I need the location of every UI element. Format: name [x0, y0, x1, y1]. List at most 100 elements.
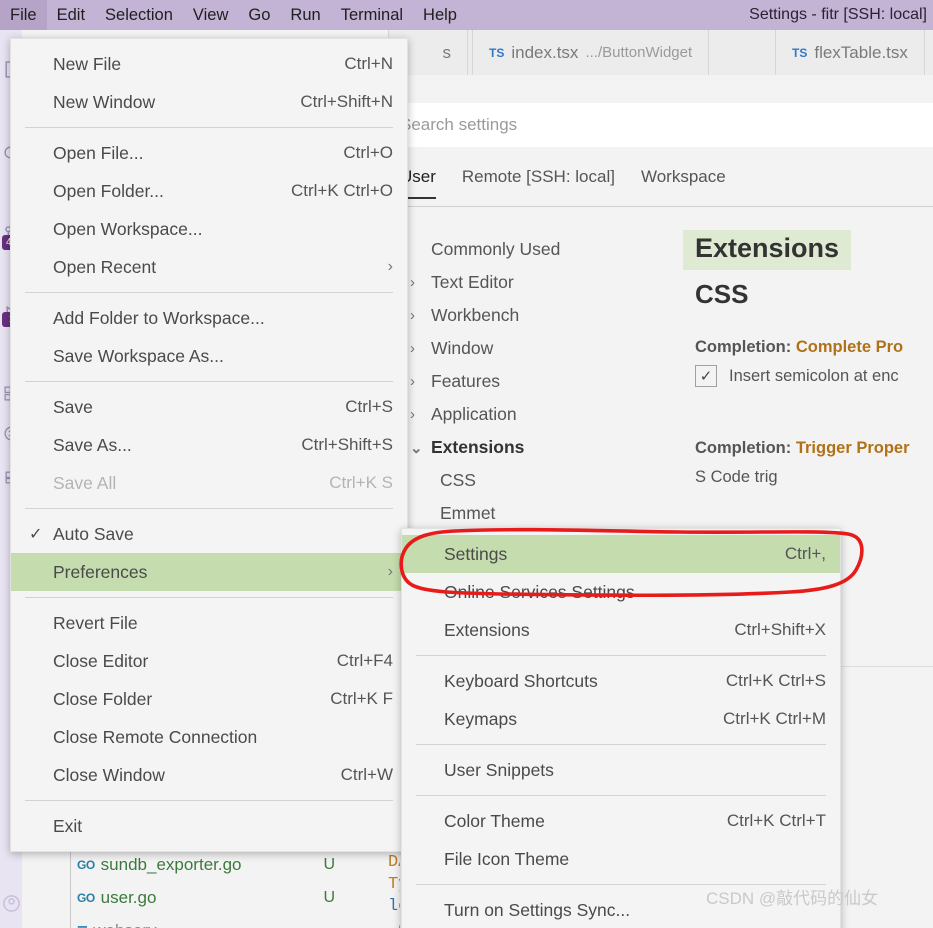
menu-item-open-folder[interactable]: Open Folder... Ctrl+K Ctrl+O [11, 172, 407, 210]
toc-label: CSS [440, 470, 476, 490]
toc-label: Features [431, 371, 501, 391]
menu-item-close-folder[interactable]: Close Folder Ctrl+K F [11, 680, 407, 718]
chevron-right-icon: › [387, 258, 393, 275]
title-bar: File Edit Selection View Go Run Terminal… [0, 0, 933, 30]
tab-remote-ssh[interactable]: Remote [SSH: local] [462, 167, 615, 197]
toc-item-extensions[interactable]: ⌄ Extensions [410, 431, 680, 464]
menu-item-label: New File [53, 53, 122, 74]
menu-separator [25, 800, 393, 801]
menu-item-accel: Ctrl+K Ctrl+O [290, 181, 393, 200]
menubar-item-terminal[interactable]: Terminal [331, 0, 413, 30]
toc-item-css[interactable]: CSS [410, 464, 680, 497]
list-item[interactable]: GO user.go U [77, 881, 397, 914]
menu-item-label: Close Remote Connection [53, 726, 258, 747]
menubar-item-file[interactable]: File [0, 0, 47, 30]
menu-item-color-theme[interactable]: Color Theme Ctrl+K Ctrl+T [402, 802, 840, 840]
chevron-down-icon: ⌄ [410, 439, 423, 457]
toc-label: Window [431, 338, 494, 358]
checkbox-checked-icon[interactable]: ✓ [695, 365, 717, 387]
menu-item-accel: Ctrl+K F [330, 689, 393, 708]
menu-item-user-snippets[interactable]: User Snippets [402, 751, 840, 789]
file-name: sundb_exporter.go [100, 854, 242, 874]
menu-item-open-workspace[interactable]: Open Workspace... [11, 210, 407, 248]
tab-index-tsx[interactable]: TS index.tsx .../ButtonWidget [472, 30, 710, 75]
git-status-badge: U [323, 855, 335, 873]
menu-item-revert-file[interactable]: Revert File [11, 604, 407, 642]
menu-item-preferences[interactable]: Preferences › [11, 553, 407, 591]
setting-prefix: Completion: [695, 338, 796, 356]
menu-item-save[interactable]: Save Ctrl+S [11, 388, 407, 426]
list-item[interactable]: ☰ webserv [77, 914, 397, 928]
menu-item-keyboard-shortcuts[interactable]: Keyboard Shortcuts Ctrl+K Ctrl+S [402, 662, 840, 700]
menu-separator [416, 744, 826, 745]
menubar-item-go[interactable]: Go [238, 0, 280, 30]
menu-item-keymaps[interactable]: Keymaps Ctrl+K Ctrl+M [402, 700, 840, 738]
menu-item-label: Turn on Settings Sync... [444, 899, 631, 920]
setting-prefix: Completion: [695, 439, 796, 457]
search-settings-input[interactable]: Search settings [400, 103, 933, 147]
menu-item-settings[interactable]: Settings Ctrl+, [402, 535, 840, 573]
menu-separator [25, 508, 393, 509]
menu-item-extensions[interactable]: Extensions Ctrl+Shift+X [402, 611, 840, 649]
menu-item-label: Revert File [53, 612, 138, 633]
menu-item-label: Open Folder... [53, 180, 164, 201]
menu-item-open-recent[interactable]: Open Recent › [11, 248, 407, 286]
csdn-watermark: CSDN @敲代码的仙女 [706, 889, 879, 908]
account-icon[interactable] [1, 892, 21, 914]
tab-workspace[interactable]: Workspace [641, 167, 726, 197]
toc-item-window[interactable]: › Window [410, 332, 680, 365]
chevron-right-icon: › [410, 406, 415, 423]
menu-item-label: Open Workspace... [53, 218, 203, 239]
toc-item-text-editor[interactable]: › Text Editor [410, 266, 680, 299]
tab-flextable-tsx[interactable]: TS flexTable.tsx [775, 30, 925, 75]
setting-title-trigger-property: Completion: Trigger Proper [683, 387, 933, 458]
menu-item-close-remote-connection[interactable]: Close Remote Connection [11, 718, 407, 756]
setting-checkbox-label: Insert semicolon at enc [729, 366, 899, 385]
toc-item-emmet[interactable]: Emmet [410, 497, 680, 530]
chevron-right-icon: › [410, 340, 415, 357]
menu-item-label: Open File... [53, 142, 144, 163]
menu-item-new-window[interactable]: New Window Ctrl+Shift+N [11, 83, 407, 121]
chevron-right-icon: › [410, 274, 415, 291]
tab-path: .../ButtonWidget [585, 44, 693, 61]
menubar-item-help[interactable]: Help [413, 0, 467, 30]
menu-item-auto-save[interactable]: ✓ Auto Save [11, 515, 407, 553]
menu-item-file-icon-theme[interactable]: File Icon Theme [402, 840, 840, 878]
menu-item-open-file[interactable]: Open File... Ctrl+O [11, 134, 407, 172]
setting-description: S Code trig [683, 458, 933, 490]
menubar-item-view[interactable]: View [183, 0, 238, 30]
menu-item-label: Open Recent [53, 256, 157, 277]
menu-item-add-folder-to-workspace[interactable]: Add Folder to Workspace... [11, 299, 407, 337]
typescript-icon: TS [489, 45, 505, 60]
menu-item-save-all: Save All Ctrl+K S [11, 464, 407, 502]
toc-item-features[interactable]: › Features [410, 365, 680, 398]
toc-item-commonly-used[interactable]: Commonly Used [410, 233, 680, 266]
menu-item-online-services-settings[interactable]: Online Services Settings [402, 573, 840, 611]
menu-item-save-workspace-as[interactable]: Save Workspace As... [11, 337, 407, 375]
setting-checkbox-row[interactable]: ✓ Insert semicolon at enc [683, 357, 933, 387]
toc-item-application[interactable]: › Application [410, 398, 680, 431]
typescript-icon: TS [792, 45, 808, 60]
menu-item-save-as[interactable]: Save As... Ctrl+Shift+S [11, 426, 407, 464]
menu-item-accel: Ctrl+Shift+N [300, 92, 393, 111]
list-item[interactable]: GO sundb_exporter.go U [77, 848, 397, 881]
menu-item-label: Settings [444, 543, 508, 564]
menu-item-exit[interactable]: Exit [11, 807, 407, 845]
menu-item-close-window[interactable]: Close Window Ctrl+W [11, 756, 407, 794]
menu-item-accel: Ctrl+K Ctrl+M [723, 709, 826, 728]
menubar-item-edit[interactable]: Edit [47, 0, 95, 30]
toc-item-workbench[interactable]: › Workbench [410, 299, 680, 332]
menu-item-new-file[interactable]: New File Ctrl+N [11, 45, 407, 83]
menu-item-label: Close Folder [53, 688, 153, 709]
file-name: webserv [93, 921, 156, 928]
menu-item-accel: Ctrl+O [343, 143, 393, 162]
menubar-item-run[interactable]: Run [280, 0, 330, 30]
menubar-item-selection[interactable]: Selection [95, 0, 183, 30]
menu-item-label: Close Window [53, 764, 165, 785]
go-file-icon: GO [77, 890, 95, 905]
menu-item-accel: Ctrl+S [345, 397, 393, 416]
menu-item-close-editor[interactable]: Close Editor Ctrl+F4 [11, 642, 407, 680]
go-file-icon: GO [77, 857, 95, 872]
setting-title-complete-property: Completion: Complete Pro [683, 310, 933, 357]
menu-separator [25, 597, 393, 598]
